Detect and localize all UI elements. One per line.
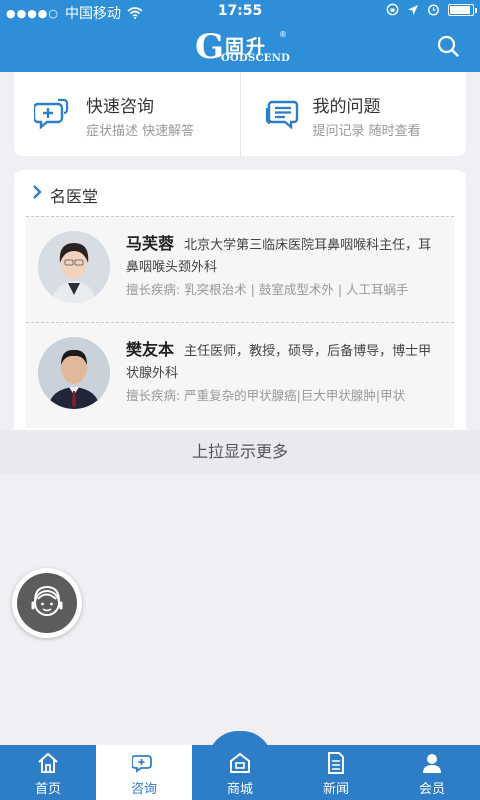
doctor-info: 马芙蓉 北京大学第三临床医院耳鼻咽喉科主任，耳鼻咽喉头颈外科 <box>126 233 444 279</box>
quick-consult-title: 快速咨询 <box>86 97 154 117</box>
doctor-list: 马芙蓉 北京大学第三临床医院耳鼻咽喉科主任，耳鼻咽喉头颈外科 擅长疾病: 乳突根… <box>26 216 454 428</box>
status-bar: ●●●●○ 中国移动 17:55 <box>0 0 480 24</box>
tab-home[interactable]: 首页 <box>0 745 96 800</box>
alarm-icon <box>427 4 440 16</box>
bottom-tab-bar: 首页 咨询 商城 新闻 会员 <box>0 745 480 800</box>
my-questions-title: 我的问题 <box>312 97 381 117</box>
search-icon[interactable] <box>436 34 460 58</box>
famous-doctors-section: 名医堂 马芙蓉 北京大学第三临床医院耳鼻咽喉科主任，耳鼻咽喉头颈外科 擅长疾病:… <box>14 170 466 430</box>
doctor-avatar <box>38 337 110 409</box>
customer-service-inner <box>17 573 77 633</box>
tab-news[interactable]: 新闻 <box>288 745 384 800</box>
doctor-info: 樊友本 主任医师，教授，硕导，后备博导，博士甲状腺外科 <box>126 339 444 385</box>
consult-icon <box>132 755 152 773</box>
battery-icon <box>448 3 477 16</box>
section-title: 名医堂 <box>50 187 99 206</box>
my-questions-subtitle: 提问记录 随时查看 <box>312 124 421 139</box>
tab-shop-label: 商城 <box>226 782 253 797</box>
doctor-name: 马芙蓉 <box>126 234 175 253</box>
doctor-card[interactable]: 樊友本 主任医师，教授，硕导，后备博导，博士甲状腺外科 擅长疾病: 严重复杂的甲… <box>26 322 454 428</box>
doctor-card[interactable]: 马芙蓉 北京大学第三临床医院耳鼻咽喉科主任，耳鼻咽喉头颈外科 擅长疾病: 乳突根… <box>26 216 454 322</box>
location-icon <box>408 4 418 15</box>
doctor-specialty: 擅长疾病: 严重复杂的甲状腺癌|巨大甲状腺肿|甲状 <box>126 388 406 403</box>
chat-plus-icon <box>34 98 69 130</box>
status-right <box>386 3 477 16</box>
app-header: ●●●●○ 中国移动 17:55 G 固升 ® OODSCEND <box>0 0 480 72</box>
quick-consult-subtitle: 症状描述 快速解答 <box>86 124 195 139</box>
tab-consult[interactable]: 咨询 <box>96 745 192 800</box>
news-icon <box>328 752 344 774</box>
tab-consult-label: 咨询 <box>130 782 157 797</box>
message-list-icon <box>265 100 298 130</box>
doctor-name: 樊友本 <box>126 340 175 359</box>
section-header[interactable]: 名医堂 <box>14 170 466 216</box>
tab-home-label: 首页 <box>34 782 61 797</box>
tab-shop[interactable]: 商城 <box>192 745 288 800</box>
doctor-avatar <box>38 231 110 303</box>
logo-letter: G <box>195 27 225 67</box>
logo-english: OODSCEND <box>221 53 291 64</box>
quick-actions-card: 快速咨询 症状描述 快速解答 我的问题 提问记录 随时查看 <box>14 72 466 156</box>
shop-icon <box>230 752 250 773</box>
chevron-right-icon <box>33 185 42 199</box>
rotation-lock-icon <box>386 3 399 16</box>
tab-news-label: 新闻 <box>322 782 349 797</box>
doctor-specialty: 擅长疾病: 乳突根治术 | 鼓室成型术外 | 人工耳蜗手 <box>126 282 409 297</box>
load-more-hint: 上拉显示更多 <box>0 430 480 474</box>
tab-member-label: 会员 <box>418 782 445 797</box>
quick-consult-button[interactable]: 快速咨询 症状描述 快速解答 <box>14 72 240 156</box>
my-questions-button[interactable]: 我的问题 提问记录 随时查看 <box>239 72 467 156</box>
customer-service-button[interactable] <box>12 568 82 638</box>
customer-service-icon <box>31 585 63 616</box>
app-logo: G 固升 ® OODSCEND <box>195 27 291 67</box>
tab-member[interactable]: 会员 <box>384 745 480 800</box>
home-icon <box>38 752 58 773</box>
logo-registered-mark: ® <box>279 30 287 39</box>
member-icon <box>423 754 441 773</box>
